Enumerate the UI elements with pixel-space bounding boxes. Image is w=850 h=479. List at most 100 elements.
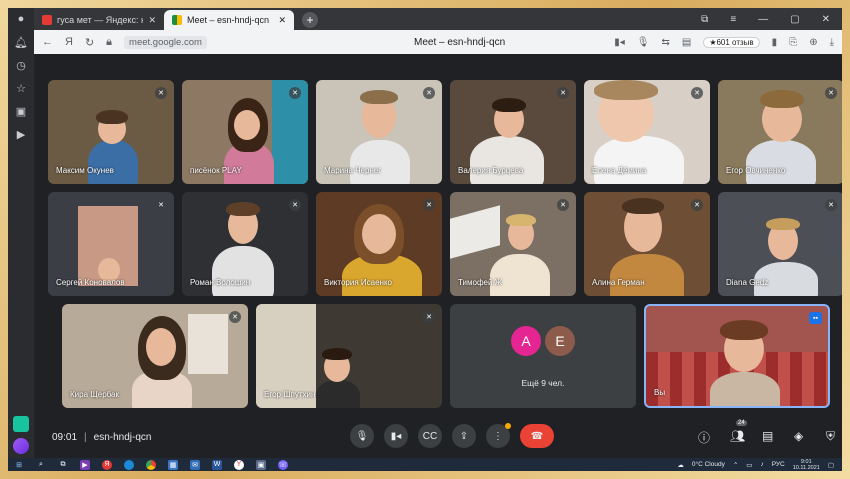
tray-expand-icon[interactable]: ⌃	[733, 461, 738, 469]
camera-button[interactable]: ▮◂	[384, 424, 408, 448]
mail-icon[interactable]: ✉	[190, 459, 200, 470]
meeting-time: 09:01	[52, 432, 78, 443]
reload-button[interactable]: ↻	[85, 36, 94, 49]
present-button[interactable]: ⇪	[452, 424, 476, 448]
yandex-icon[interactable]: Y	[234, 459, 244, 470]
participant-tile[interactable]: ✕ Егор Овчиненко	[718, 80, 842, 184]
weather-icon[interactable]: ☁	[677, 461, 684, 469]
history-icon[interactable]: ◷	[14, 58, 28, 72]
task-view-icon[interactable]: ⧉	[58, 460, 68, 470]
music-icon[interactable]	[13, 416, 29, 432]
captions-button[interactable]: CC	[418, 424, 442, 448]
yandex-browser-icon[interactable]: Я	[102, 459, 112, 470]
participant-tile[interactable]: ✕ писёнок PLAY	[182, 80, 308, 184]
screenshot-icon[interactable]: ⎘	[789, 37, 797, 48]
tabs-overview-icon[interactable]: ⧉	[701, 14, 708, 25]
mic-indicator-icon[interactable]: 🎙︎	[637, 37, 650, 48]
mic-off-icon: ✕	[691, 199, 703, 211]
chat-icon[interactable]: ▤	[762, 429, 773, 443]
viber-icon[interactable]: ☏	[278, 459, 288, 470]
participant-tile[interactable]: ✕ Валерия Бурцева	[450, 80, 576, 184]
meeting-code: esn-hndj-qcn	[93, 432, 152, 443]
language-indicator[interactable]: РУС	[772, 461, 785, 468]
close-tab-icon[interactable]: ✕	[278, 15, 286, 26]
photos-icon[interactable]: ▣	[256, 459, 266, 470]
yandex-home-button[interactable]: Я	[65, 36, 73, 48]
menu-icon[interactable]: ≡	[730, 14, 736, 25]
participant-name: Максим Окунев	[56, 166, 114, 175]
participant-name: писёнок PLAY	[190, 166, 242, 175]
participant-tile[interactable]: ✕ Diana Gedz	[718, 192, 842, 296]
meet-favicon-icon	[172, 15, 182, 25]
tab-meet[interactable]: Meet – esn-hndj-qcn ✕	[164, 10, 294, 30]
media-icon[interactable]: ▶	[14, 127, 28, 141]
windows-start-icon[interactable]: ⊞	[14, 460, 24, 470]
participant-tile[interactable]: ✕ Виктория Исаенко	[316, 192, 442, 296]
mic-off-icon: ✕	[423, 311, 435, 323]
weather-text[interactable]: 0°C Cloudy	[692, 461, 725, 468]
url-field[interactable]: meet.google.com	[124, 35, 207, 49]
meet-grid: ✕ Максим Окунев ✕ писёнок PLAY ✕ Марина …	[34, 54, 842, 414]
mic-off-icon: ✕	[423, 87, 435, 99]
participant-tile[interactable]: ✕ Елена Дёмина	[584, 80, 710, 184]
close-window-icon[interactable]: ✕	[822, 14, 830, 25]
mic-off-icon: ✕	[289, 87, 301, 99]
mic-off-icon: ✕	[155, 87, 167, 99]
video-app-icon[interactable]: ▶	[80, 459, 90, 470]
activities-icon[interactable]: ◈	[794, 429, 803, 443]
leave-call-button[interactable]: ☎	[520, 424, 554, 448]
new-tab-button[interactable]: +	[302, 12, 318, 28]
host-controls-icon[interactable]: ⛨	[826, 429, 835, 444]
self-tile[interactable]: ▪▪ Вы	[644, 304, 830, 408]
participant-tile[interactable]: ✕ Егор Шпутхин	[256, 304, 442, 408]
notifications-icon[interactable]: 🔔︎	[14, 35, 28, 49]
minimize-icon[interactable]: —	[758, 14, 768, 25]
extensions-icon[interactable]: ⊕	[809, 37, 817, 48]
mic-off-icon: ✕	[557, 87, 569, 99]
download-icon[interactable]: ⤓	[830, 37, 834, 48]
camera-indicator-icon[interactable]: ▮◂	[614, 37, 625, 48]
microphone-button[interactable]: 🎙︎	[350, 424, 374, 448]
hang-up-icon: ☎	[530, 430, 544, 442]
participant-tile[interactable]: ✕ Тимофей Ж	[450, 192, 576, 296]
network-icon[interactable]: ▭	[746, 461, 752, 469]
back-button[interactable]: ←	[42, 36, 53, 48]
mic-off-icon: ✕	[825, 87, 837, 99]
participant-name: Тимофей Ж	[458, 278, 503, 287]
word-icon[interactable]: W	[212, 459, 222, 470]
participant-tile[interactable]: ✕ Роман Волошин	[182, 192, 308, 296]
bookmarks-icon[interactable]: ☆	[14, 81, 28, 95]
participant-name: Елена Дёмина	[592, 166, 647, 175]
translate-icon[interactable]: ⇆	[661, 37, 669, 48]
reader-icon[interactable]: ▤	[682, 37, 691, 48]
participant-tile[interactable]: ✕ Сергей Коновалов	[48, 192, 174, 296]
windows-taskbar: ⊞ ⌕ ⧉ ▶ Я ▦ ✉ W Y ▣ ☏ ☁ 0°C Cloudy ⌃ ▭ ♪…	[8, 458, 842, 471]
tab-yandex-search[interactable]: гуса мет — Яндекс: нашл ✕	[34, 10, 164, 30]
participant-tile[interactable]: ✕ Максим Окунев	[48, 80, 174, 184]
more-options-button[interactable]: ⋮	[486, 423, 511, 448]
notifications-center-icon[interactable]: ▢	[828, 461, 834, 469]
participant-name: Diana Gedz	[726, 278, 769, 287]
participant-tile[interactable]: ✕ Кира Щербак	[62, 304, 248, 408]
clock[interactable]: 9:01 10.11.2021	[793, 459, 820, 471]
store-icon[interactable]: ▦	[168, 459, 178, 470]
volume-icon[interactable]: ♪	[760, 461, 763, 468]
search-icon[interactable]: ⌕	[36, 460, 46, 470]
people-button[interactable]: 24 👥︎	[730, 420, 747, 443]
participant-tile[interactable]: ✕ Марина Чернег	[316, 80, 442, 184]
bookmark-icon[interactable]: ▮	[772, 37, 778, 48]
participant-name: Кира Щербак	[70, 390, 119, 399]
chrome-icon[interactable]	[146, 459, 156, 470]
edge-icon[interactable]	[124, 459, 134, 470]
profile-icon[interactable]: ●	[14, 12, 28, 26]
others-tile[interactable]: A E Ещё 9 чел.	[450, 304, 636, 408]
collections-icon[interactable]: ▣	[14, 104, 28, 118]
participant-name: Виктория Исаенко	[324, 278, 392, 287]
reviews-badge[interactable]: ★601 отзыв	[703, 36, 760, 48]
meeting-details-icon[interactable]: ⓘ	[698, 429, 710, 446]
alice-assistant-icon[interactable]	[13, 438, 29, 454]
separator: |	[84, 432, 87, 443]
participant-tile[interactable]: ✕ Алина Герман	[584, 192, 710, 296]
close-tab-icon[interactable]: ✕	[148, 15, 156, 26]
maximize-icon[interactable]: ▢	[790, 14, 799, 25]
